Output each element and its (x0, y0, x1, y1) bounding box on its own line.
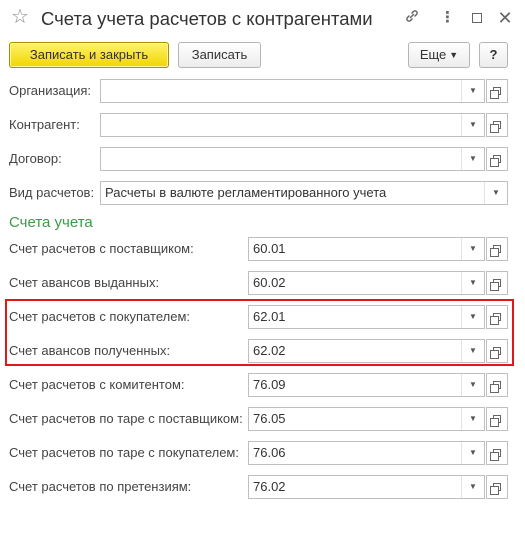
dropdown-arrow-icon[interactable]: ▼ (461, 272, 484, 294)
dropdown-arrow-icon[interactable]: ▼ (461, 442, 484, 464)
open-icon[interactable] (486, 475, 508, 499)
save-and-close-button[interactable]: Записать и закрыть (9, 42, 169, 68)
account-field[interactable]: 76.09 ▼ (248, 373, 485, 397)
more-icon[interactable]: ⋮ (437, 8, 457, 28)
organization-label: Организация: (9, 83, 92, 98)
account-field[interactable]: 76.06 ▼ (248, 441, 485, 465)
account-value: 76.06 (253, 445, 286, 460)
account-value: 76.02 (253, 479, 286, 494)
open-icon[interactable] (486, 407, 508, 431)
account-field[interactable]: 76.02 ▼ (248, 475, 485, 499)
dropdown-arrow-icon[interactable]: ▼ (461, 148, 484, 170)
account-field[interactable]: 60.02 ▼ (248, 271, 485, 295)
account-label: Счет авансов выданных: (9, 275, 160, 290)
maximize-icon[interactable] (467, 8, 487, 28)
open-icon[interactable] (486, 237, 508, 261)
account-label: Счет расчетов с поставщиком: (9, 241, 194, 256)
settlement-type-label: Вид расчетов: (9, 185, 95, 200)
command-bar: Записать и закрыть Записать Еще ▼ ? (0, 40, 525, 70)
open-icon[interactable] (486, 113, 508, 137)
account-label: Счет расчетов по таре с поставщиком: (9, 411, 243, 426)
more-button-label: Еще (419, 47, 447, 62)
star-icon[interactable]: ☆ (11, 7, 29, 27)
more-button[interactable]: Еще ▼ (408, 42, 470, 68)
dropdown-arrow-icon[interactable]: ▼ (461, 476, 484, 498)
open-icon[interactable] (486, 441, 508, 465)
highlight-frame (5, 299, 514, 366)
settlement-type-value: Расчеты в валюте регламентированного уче… (105, 185, 387, 200)
settlement-type-select[interactable]: Расчеты в валюте регламентированного уче… (100, 181, 508, 205)
help-button[interactable]: ? (479, 42, 508, 68)
dropdown-arrow-icon[interactable]: ▼ (461, 408, 484, 430)
account-field[interactable]: 76.05 ▼ (248, 407, 485, 431)
section-title: Счета учета (9, 214, 93, 231)
counterparty-label: Контрагент: (9, 117, 80, 132)
dropdown-arrow-icon[interactable]: ▼ (484, 182, 507, 204)
save-button[interactable]: Записать (178, 42, 261, 68)
dropdown-arrow-icon[interactable]: ▼ (461, 238, 484, 260)
window-title: Счета учета расчетов с контрагентами (41, 8, 373, 29)
account-value: 76.09 (253, 377, 286, 392)
account-label: Счет расчетов по претензиям: (9, 479, 192, 494)
open-icon[interactable] (486, 373, 508, 397)
counterparty-field[interactable]: ▼ (100, 113, 485, 137)
chevron-down-icon: ▼ (449, 50, 459, 60)
account-value: 76.05 (253, 411, 286, 426)
close-icon[interactable]: ✕ (495, 8, 515, 28)
dropdown-arrow-icon[interactable]: ▼ (461, 114, 484, 136)
contract-field[interactable]: ▼ (100, 147, 485, 171)
account-field[interactable]: 60.01 ▼ (248, 237, 485, 261)
title-bar: ☆ Счета учета расчетов с контрагентами ⋮… (0, 0, 525, 38)
open-icon[interactable] (486, 147, 508, 171)
organization-field[interactable]: ▼ (100, 79, 485, 103)
open-icon[interactable] (486, 79, 508, 103)
account-value: 60.01 (253, 241, 286, 256)
dropdown-arrow-icon[interactable]: ▼ (461, 80, 484, 102)
account-label: Счет расчетов по таре с покупателем: (9, 445, 239, 460)
dropdown-arrow-icon[interactable]: ▼ (461, 374, 484, 396)
link-icon[interactable] (402, 8, 422, 28)
account-label: Счет расчетов с комитентом: (9, 377, 185, 392)
open-icon[interactable] (486, 271, 508, 295)
account-value: 60.02 (253, 275, 286, 290)
contract-label: Договор: (9, 151, 62, 166)
